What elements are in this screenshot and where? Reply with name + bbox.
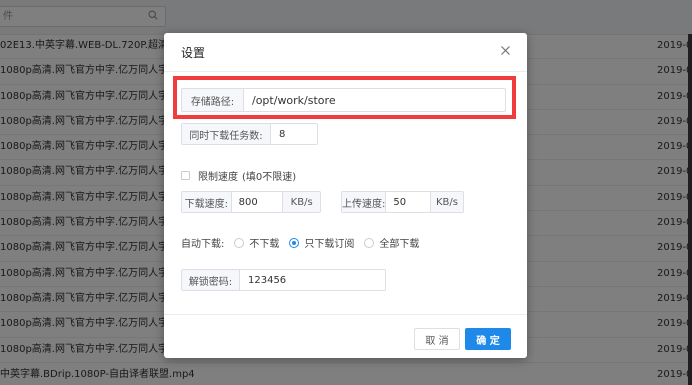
limit-speed-hint: (填0不限速) <box>242 172 297 183</box>
upload-speed-unit: KB/s <box>429 192 463 212</box>
concurrent-tasks-field: 同时下载任务数: <box>181 123 318 145</box>
download-speed-input[interactable] <box>231 192 283 212</box>
unlock-password-field: 解锁密码: <box>181 269 386 291</box>
concurrent-tasks-label: 同时下载任务数: <box>182 124 271 144</box>
download-speed-label: 下载速度: <box>182 192 232 212</box>
storage-path-field: 存储路径: <box>181 88 506 112</box>
concurrent-tasks-input[interactable] <box>271 124 317 144</box>
settings-dialog: 设置 存储路径: 同时下载任务数: 限制速度 (填0不限速) 下载速度: KB/… <box>164 33 527 358</box>
ok-button[interactable]: 确 定 <box>465 328 511 350</box>
radio-subscribed[interactable] <box>289 237 300 248</box>
upload-speed-input[interactable] <box>386 192 430 212</box>
unlock-password-label: 解锁密码: <box>182 270 240 290</box>
header-divider <box>164 71 527 72</box>
radio-none-label[interactable]: 不下载 <box>249 235 279 250</box>
limit-speed-label[interactable]: 限制速度 <box>198 168 238 183</box>
storage-path-input[interactable] <box>244 89 505 111</box>
upload-speed-label: 上传速度: <box>342 192 387 212</box>
unlock-password-input[interactable] <box>240 270 385 290</box>
auto-download-label: 自动下载: <box>181 239 225 250</box>
radio-subscribed-label[interactable]: 只下载订阅 <box>304 235 354 250</box>
limit-speed-row: 限制速度 (填0不限速) <box>181 168 296 183</box>
radio-option-subscribed[interactable]: 只下载订阅 <box>289 235 354 250</box>
radio-all-label[interactable]: 全部下载 <box>379 235 419 250</box>
radio-all[interactable] <box>364 237 375 248</box>
radio-option-all[interactable]: 全部下载 <box>364 235 419 250</box>
download-speed-unit: KB/s <box>282 192 320 212</box>
auto-download-row: 自动下载: 不下载 只下载订阅 全部下载 <box>181 235 429 250</box>
download-speed-field: 下载速度: KB/s <box>181 191 321 213</box>
close-icon[interactable] <box>500 45 511 56</box>
screen: 件 02E13.中英字幕.WEB-DL.720P.超清字幕2019-01080p… <box>0 0 692 385</box>
dialog-title: 设置 <box>181 46 206 60</box>
cancel-button[interactable]: 取 消 <box>414 328 460 350</box>
radio-option-none[interactable]: 不下载 <box>234 235 279 250</box>
footer-divider <box>164 314 527 315</box>
upload-speed-field: 上传速度: KB/s <box>341 191 464 213</box>
radio-none[interactable] <box>234 237 245 248</box>
limit-speed-checkbox[interactable] <box>181 171 190 180</box>
storage-path-label: 存储路径: <box>182 89 244 111</box>
